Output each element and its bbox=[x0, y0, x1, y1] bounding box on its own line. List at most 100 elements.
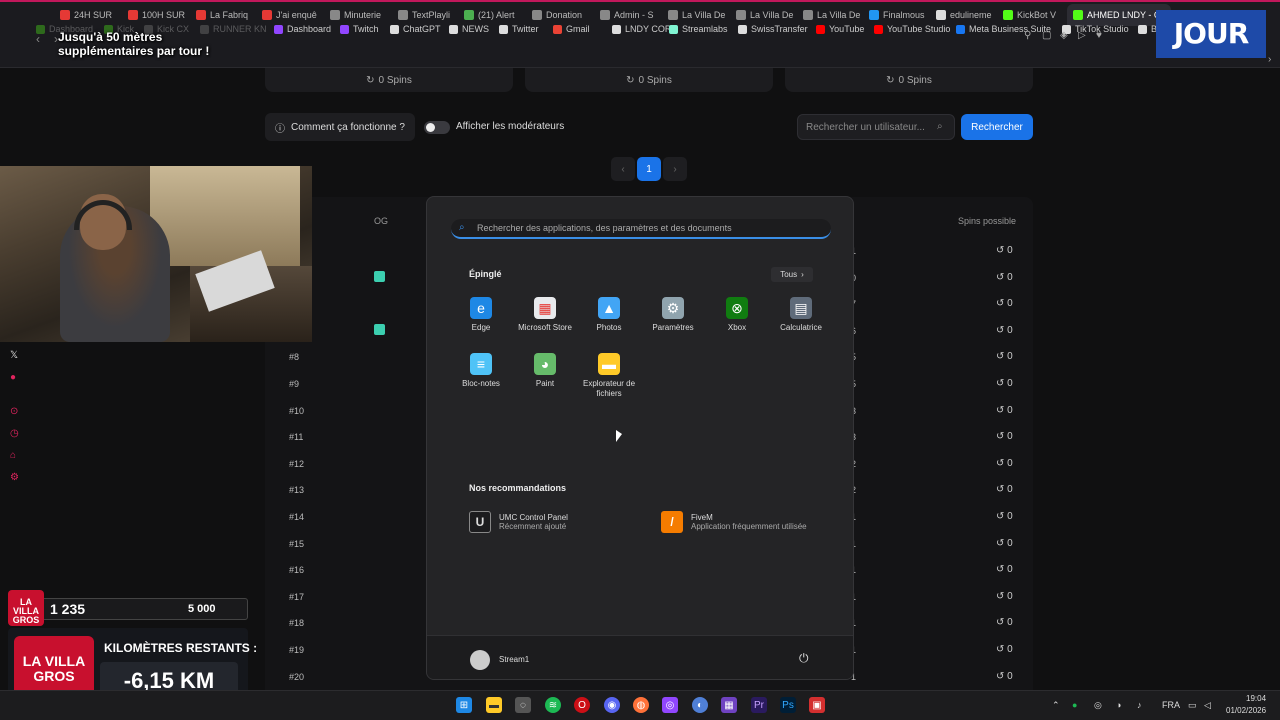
bookmark-item[interactable]: Twitter bbox=[499, 24, 539, 34]
search-button[interactable]: Rechercher bbox=[961, 114, 1033, 140]
recommendation-item[interactable]: U UMC Control Panel Récemment ajouté bbox=[469, 511, 568, 533]
webcam-feed bbox=[0, 166, 312, 342]
tab[interactable]: La Villa De bbox=[736, 6, 793, 24]
tab[interactable]: edulineme bbox=[936, 6, 992, 24]
how-it-works-button[interactable]: ⓘ Comment ça fonctionne ? bbox=[265, 113, 415, 141]
mic-icon[interactable]: ♪ bbox=[1137, 700, 1142, 710]
start-search-input[interactable] bbox=[451, 219, 831, 239]
bookmark-item[interactable]: Twitch bbox=[340, 24, 379, 34]
pinned-app[interactable]: e Edge bbox=[449, 297, 513, 333]
audio-tray-icon[interactable]: ◑ bbox=[1116, 700, 1121, 710]
pinned-app[interactable]: ▲ Photos bbox=[577, 297, 641, 333]
bookmark-item[interactable]: YouTube bbox=[816, 24, 864, 34]
user-avatar[interactable] bbox=[470, 650, 490, 670]
chrome-tray-icon[interactable]: ◎ bbox=[1094, 700, 1102, 711]
pinned-app[interactable]: ⊗ Xbox bbox=[705, 297, 769, 333]
spin-count: 0 Spins bbox=[378, 74, 412, 86]
clock-time[interactable]: 19:04 bbox=[1246, 694, 1266, 703]
next-page-button[interactable]: › bbox=[663, 157, 687, 181]
x-icon[interactable]: 𝕏 bbox=[10, 350, 18, 361]
heart-icon[interactable]: ♥ bbox=[1096, 30, 1102, 41]
tab[interactable]: TextPlayli bbox=[398, 6, 450, 24]
tab-favicon bbox=[936, 10, 946, 20]
tag-icon[interactable]: ⌂ bbox=[10, 450, 16, 461]
bookmark-label: Dashboard bbox=[287, 24, 332, 34]
app-icon[interactable]: ▣ bbox=[809, 697, 825, 713]
pinned-app-label: Xbox bbox=[727, 323, 747, 332]
language-indicator[interactable]: FRA bbox=[1162, 700, 1180, 710]
refresh-icon: ↻ bbox=[626, 74, 635, 86]
row-spins: ↺ 0 bbox=[996, 671, 1013, 682]
tab[interactable]: Minuterie bbox=[330, 6, 381, 24]
bookmark-item[interactable]: LNDY CORP bbox=[612, 24, 677, 34]
play-circle-icon[interactable]: ⊙ bbox=[10, 406, 18, 417]
app-icon[interactable]: ◌ bbox=[515, 697, 531, 713]
screenshot-icon[interactable]: ▢ bbox=[1042, 30, 1051, 41]
display-icon[interactable]: ▭ bbox=[1188, 700, 1197, 711]
chevron-right-icon[interactable]: › bbox=[1268, 54, 1271, 65]
show-moderators-toggle[interactable] bbox=[424, 121, 450, 134]
pinned-app[interactable]: ◕ Paint bbox=[513, 353, 577, 389]
file-explorer-icon[interactable]: ▬ bbox=[486, 697, 502, 713]
bookmark-item[interactable]: Meta Business Suite bbox=[956, 24, 1051, 34]
firefox-icon[interactable]: ◍ bbox=[633, 697, 649, 713]
bookmark-item[interactable]: RUNNER KN bbox=[200, 24, 267, 34]
power-icon[interactable]: ⏻ bbox=[799, 651, 809, 666]
user-search-input[interactable] bbox=[797, 114, 955, 140]
play-icon[interactable]: ▷ bbox=[1078, 30, 1086, 41]
tab[interactable]: 24H SUR bbox=[60, 6, 112, 24]
all-apps-button[interactable]: Tous › bbox=[771, 267, 813, 282]
tab-favicon bbox=[464, 10, 474, 20]
tab[interactable]: (21) Alert bbox=[464, 6, 515, 24]
premiere-icon[interactable]: Pr bbox=[751, 697, 767, 713]
refresh-icon: ↺ bbox=[996, 564, 1008, 576]
recommendation-item[interactable]: / FiveM Application fréquemment utilisée bbox=[661, 511, 807, 533]
chevron-up-icon[interactable]: ⌃ bbox=[1052, 700, 1060, 711]
pinned-app[interactable]: ⚙ Paramètres bbox=[641, 297, 705, 333]
bookmark-item[interactable]: YouTube Studio bbox=[874, 24, 950, 34]
tab-favicon bbox=[736, 10, 746, 20]
tab[interactable]: Finalmous bbox=[869, 6, 925, 24]
tab[interactable]: J'ai enquê bbox=[262, 6, 317, 24]
prev-page-button[interactable]: ‹ bbox=[611, 157, 635, 181]
user-name[interactable]: Stream1 bbox=[499, 655, 529, 664]
opera-icon[interactable]: O bbox=[574, 697, 590, 713]
bookmark-item[interactable]: Gmail bbox=[553, 24, 590, 34]
tab[interactable]: La Villa De bbox=[668, 6, 725, 24]
apps-grid-icon[interactable]: ▦ bbox=[721, 697, 737, 713]
photoshop-icon[interactable]: Ps bbox=[780, 697, 796, 713]
tab[interactable]: Donation bbox=[532, 6, 582, 24]
tab-favicon bbox=[196, 10, 206, 20]
windows-start-icon[interactable]: ⊞ bbox=[456, 697, 472, 713]
volume-icon[interactable]: ◁ bbox=[1204, 700, 1211, 711]
shield-icon[interactable]: ◈ bbox=[1060, 30, 1068, 41]
clock-icon[interactable]: ◷ bbox=[10, 428, 19, 439]
tab[interactable]: La Villa De bbox=[803, 6, 860, 24]
pin-icon[interactable]: ⚲ bbox=[1024, 30, 1031, 41]
bookmark-item[interactable]: NEWS bbox=[449, 24, 489, 34]
tab[interactable]: 100H SUR bbox=[128, 6, 185, 24]
spotify-tray-icon[interactable]: ● bbox=[1072, 700, 1077, 710]
tab[interactable]: Admin - S bbox=[600, 6, 654, 24]
brand-icon[interactable]: ● bbox=[10, 372, 16, 383]
discord-icon[interactable]: ◉ bbox=[604, 697, 620, 713]
bookmark-item[interactable]: Streamlabs bbox=[669, 24, 728, 34]
clock-date[interactable]: 01/02/2026 bbox=[1226, 706, 1266, 715]
bookmark-item[interactable]: SwissTransfer bbox=[738, 24, 808, 34]
bookmark-item[interactable]: Dashboard bbox=[274, 24, 331, 34]
spins-value: 0 bbox=[1007, 457, 1013, 469]
bookmark-favicon bbox=[669, 24, 678, 34]
page-button-current[interactable]: 1 bbox=[637, 157, 661, 181]
gear-icon[interactable]: ⚙ bbox=[10, 472, 19, 483]
tab[interactable]: KickBot V bbox=[1003, 6, 1056, 24]
pinned-app[interactable]: ≡ Bloc-notes bbox=[449, 353, 513, 389]
obs-icon[interactable]: ◎ bbox=[662, 697, 678, 713]
tab[interactable]: La Fabriq bbox=[196, 6, 248, 24]
spotify-icon[interactable]: ≋ bbox=[545, 697, 561, 713]
back-icon[interactable]: ‹ bbox=[36, 32, 40, 46]
pinned-app[interactable]: ▤ Calculatrice bbox=[769, 297, 833, 333]
bookmark-item[interactable]: ChatGPT bbox=[390, 24, 441, 34]
app-icon[interactable]: ◐ bbox=[692, 697, 708, 713]
pinned-app[interactable]: ▬ Explorateur de fichiers bbox=[577, 353, 641, 399]
pinned-app[interactable]: ▦ Microsoft Store bbox=[513, 297, 577, 333]
